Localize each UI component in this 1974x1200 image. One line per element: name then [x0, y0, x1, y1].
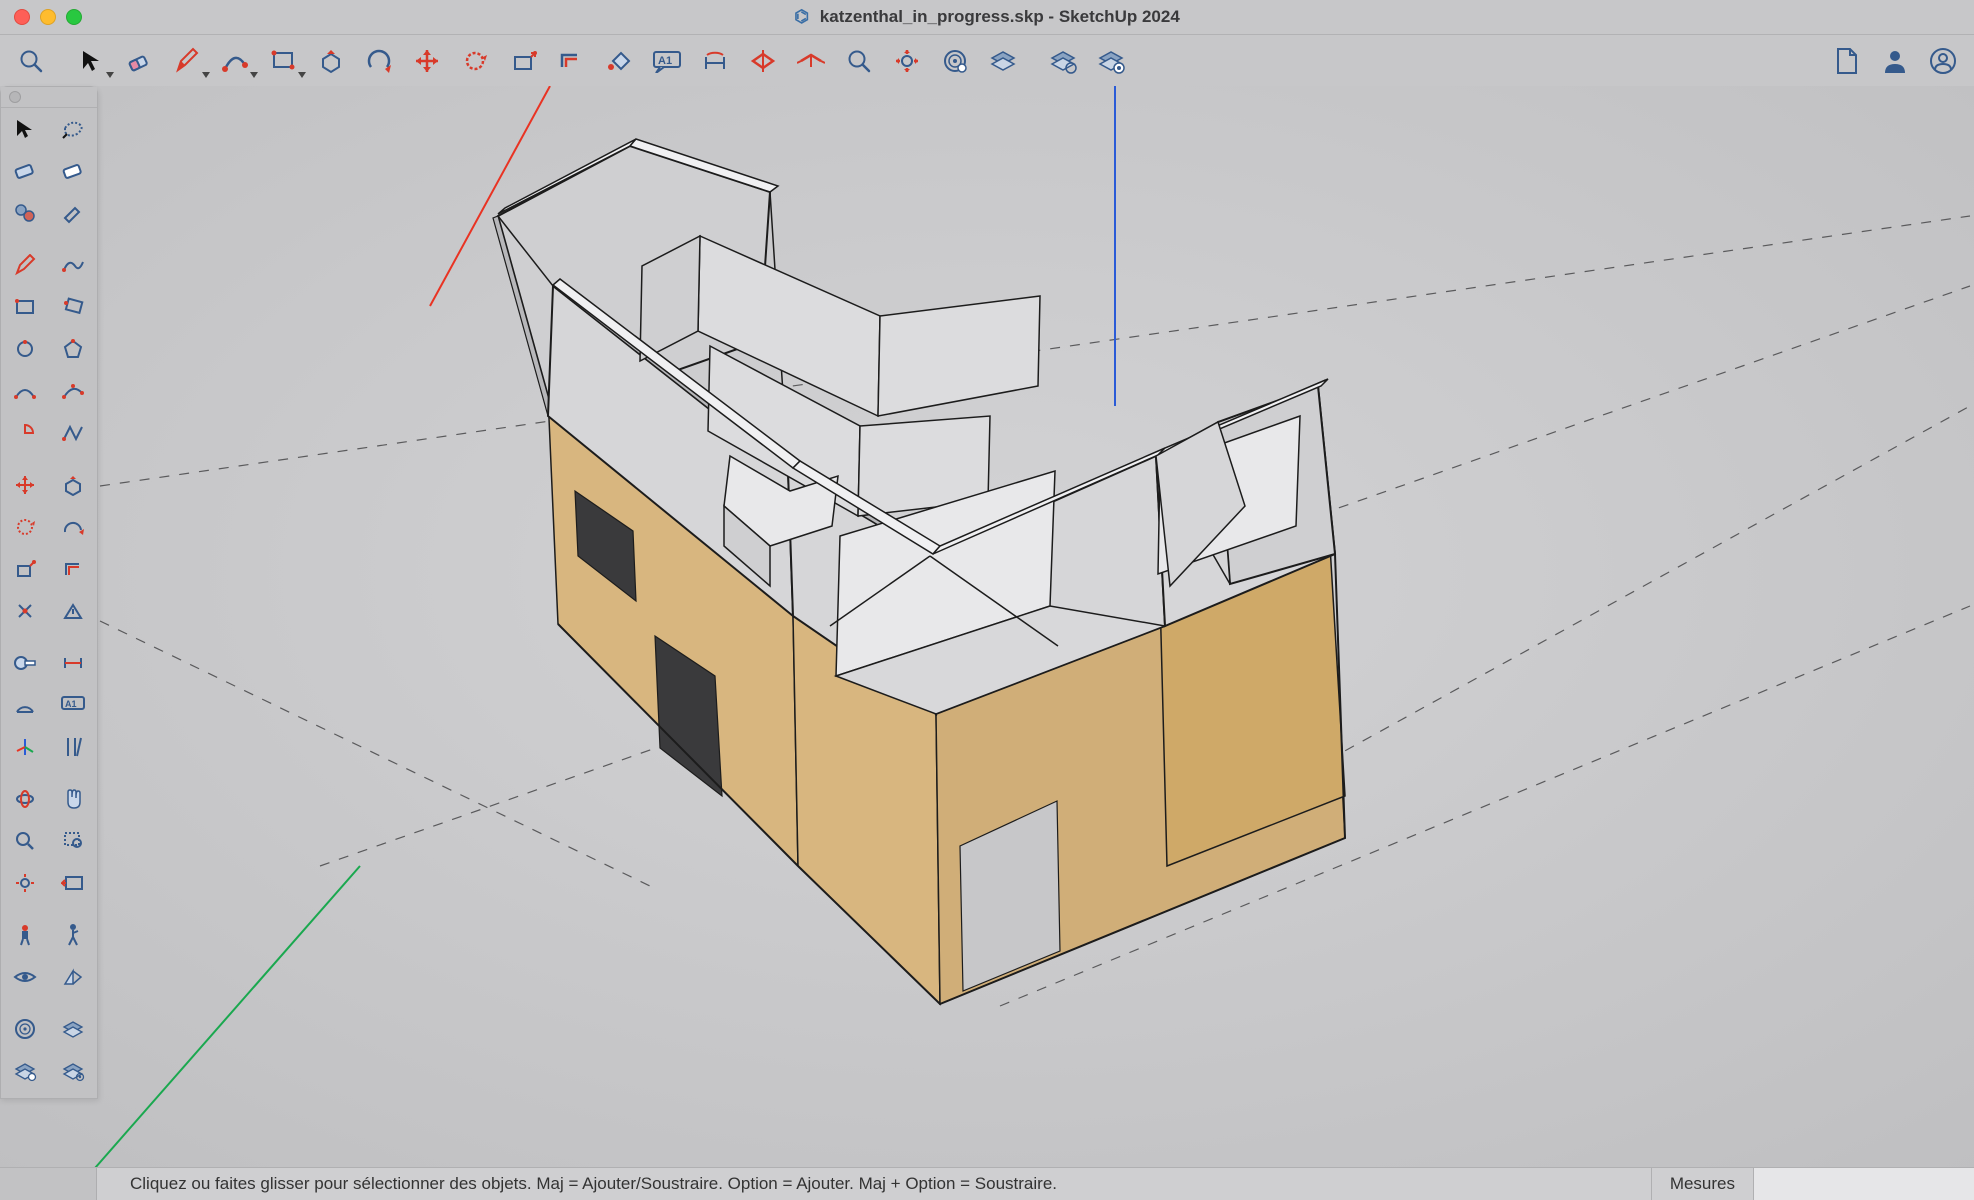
move-tool[interactable] — [406, 40, 448, 82]
explode-tool[interactable] — [49, 590, 97, 632]
eraser-hard-tool[interactable] — [49, 150, 97, 192]
look-around-tool[interactable] — [1, 956, 49, 998]
paint-bucket-tool[interactable] — [598, 40, 640, 82]
maximize-window-button[interactable] — [66, 9, 82, 25]
account-icon[interactable] — [1922, 40, 1964, 82]
arc-2pt-tool[interactable] — [1, 370, 49, 412]
scale-tool[interactable] — [502, 40, 544, 82]
tool-palette: A1 — [0, 86, 98, 1099]
text-label-tool[interactable]: A1 — [49, 684, 97, 726]
bezier-tool[interactable] — [49, 412, 97, 454]
zoom-extents-nav-tool[interactable] — [1, 862, 49, 904]
previous-view-tool[interactable] — [49, 862, 97, 904]
scale-edit-tool[interactable] — [1, 548, 49, 590]
pencil-line-tool[interactable] — [1, 244, 49, 286]
viewport[interactable] — [0, 86, 1974, 1168]
paint-tool[interactable] — [49, 192, 97, 234]
measurements-label: Mesures — [1651, 1168, 1753, 1200]
layers-tool-1[interactable] — [982, 40, 1024, 82]
section-plane-tool[interactable] — [742, 40, 784, 82]
palette-bottom-edge — [0, 1168, 97, 1200]
model-canvas[interactable] — [0, 86, 1974, 1168]
zoom-window-tool[interactable] — [49, 820, 97, 862]
protractor-edit-tool[interactable] — [1, 684, 49, 726]
layers-tool-3[interactable] — [1090, 40, 1132, 82]
user-icon[interactable] — [1874, 40, 1916, 82]
pencil-tool[interactable] — [166, 40, 208, 82]
tape-measure-edit-tool[interactable] — [1, 642, 49, 684]
offset-edit-tool[interactable] — [49, 548, 97, 590]
select-tool[interactable] — [70, 40, 112, 82]
line-tools[interactable] — [214, 40, 256, 82]
rotated-rect-tool[interactable] — [49, 286, 97, 328]
rotate-edit-tool[interactable] — [1, 506, 49, 548]
section-plane-edit-tool[interactable] — [49, 956, 97, 998]
layers-palette-tool[interactable] — [49, 1008, 97, 1050]
window-title: ⌬ katzenthal_in_progress.skp - SketchUp … — [0, 7, 1974, 27]
position-camera-tool[interactable] — [1, 914, 49, 956]
window-title-text: katzenthal_in_progress.skp - SketchUp 20… — [820, 7, 1180, 26]
offset-tool[interactable] — [550, 40, 592, 82]
materials-tool[interactable] — [1, 192, 49, 234]
intersect-tool[interactable] — [1, 590, 49, 632]
eraser-soft-tool[interactable] — [1, 150, 49, 192]
freehand-tool[interactable] — [49, 244, 97, 286]
styles-palette-tool[interactable] — [49, 1050, 97, 1092]
walk-tool[interactable] — [49, 914, 97, 956]
lasso-select-tool[interactable] — [49, 108, 97, 150]
follow-me-tool[interactable] — [358, 40, 400, 82]
geo-location-tool[interactable] — [934, 40, 976, 82]
minimize-window-button[interactable] — [40, 9, 56, 25]
app-file-icon: ⌬ — [794, 7, 809, 26]
tape-measure-tool[interactable] — [790, 40, 832, 82]
dimension-tool[interactable] — [694, 40, 736, 82]
axes-align-tool[interactable] — [49, 726, 97, 768]
measurements-input[interactable] — [1753, 1168, 1974, 1200]
zoom-extents-tool[interactable] — [886, 40, 928, 82]
palette-close-dot[interactable] — [9, 91, 21, 103]
polygon-tool[interactable] — [49, 328, 97, 370]
zoom-tool[interactable] — [838, 40, 880, 82]
arc-3pt-tool[interactable] — [49, 370, 97, 412]
titlebar: ⌬ katzenthal_in_progress.skp - SketchUp … — [0, 0, 1974, 35]
text-tool[interactable]: A1 — [646, 40, 688, 82]
arc-pie-tool[interactable] — [1, 412, 49, 454]
main-toolbar: A1 — [0, 35, 1974, 88]
outliner-palette-tool[interactable] — [1, 1050, 49, 1092]
rectangle-tool[interactable] — [1, 286, 49, 328]
push-pull-tool[interactable] — [310, 40, 352, 82]
geo-loc-palette-tool[interactable] — [1, 1008, 49, 1050]
circle-tool[interactable] — [1, 328, 49, 370]
rotate-tool[interactable] — [454, 40, 496, 82]
move-edit-tool[interactable] — [1, 464, 49, 506]
window-controls — [14, 9, 82, 25]
status-hint-text: Cliquez ou faites glisser pour sélection… — [34, 1174, 1651, 1194]
push-pull-edit-tool[interactable] — [49, 464, 97, 506]
palette-header[interactable] — [1, 87, 97, 108]
follow-me-edit-tool[interactable] — [49, 506, 97, 548]
close-window-button[interactable] — [14, 9, 30, 25]
eraser-tool[interactable] — [118, 40, 160, 82]
zoom-nav-tool[interactable] — [1, 820, 49, 862]
select-arrow-tool[interactable] — [1, 108, 49, 150]
status-bar: ? Cliquez ou faites glisser pour sélecti… — [0, 1167, 1974, 1200]
axes-edit-tool[interactable] — [1, 726, 49, 768]
layers-tool-2[interactable] — [1042, 40, 1084, 82]
search-icon[interactable] — [10, 40, 52, 82]
svg-text:A1: A1 — [658, 55, 672, 67]
pan-nav-tool[interactable] — [49, 778, 97, 820]
svg-text:A1: A1 — [65, 699, 77, 709]
dimensions-edit-tool[interactable] — [49, 642, 97, 684]
orbit-nav-tool[interactable] — [1, 778, 49, 820]
new-file-icon[interactable] — [1826, 40, 1868, 82]
shape-tools[interactable] — [262, 40, 304, 82]
